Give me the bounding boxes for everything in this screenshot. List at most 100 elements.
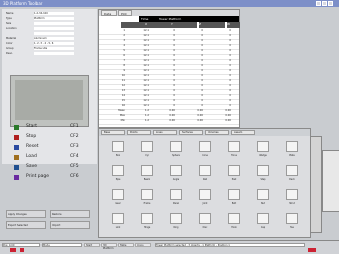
red-indicator-3 <box>308 248 316 252</box>
palette-item[interactable]: Cap <box>250 211 276 233</box>
tab-points[interactable]: Points <box>127 130 151 135</box>
palette-item[interactable]: Plate <box>279 139 305 161</box>
command-row[interactable]: Reset CF3 <box>14 144 89 152</box>
palette-item-label: Panel <box>173 202 179 205</box>
close-button[interactable] <box>328 1 333 6</box>
palette-item[interactable]: Disc <box>192 211 218 233</box>
table-cell: 9 <box>123 69 125 72</box>
palette-item[interactable]: Hook <box>221 211 247 233</box>
command-row[interactable]: Start CF1 <box>14 124 89 132</box>
palette-item[interactable]: Nut <box>250 187 276 209</box>
palette-item[interactable]: Step <box>250 163 276 185</box>
palette-item[interactable]: Ring <box>163 211 189 233</box>
palette-item[interactable]: Link <box>105 211 131 233</box>
command-row[interactable]: Print page CF6 <box>14 174 89 182</box>
tab-lines[interactable]: Lines <box>153 130 177 135</box>
strut-icon <box>286 189 298 200</box>
tab-base[interactable]: Base <box>101 130 125 135</box>
tab-data[interactable]: Data <box>101 10 117 16</box>
taskbar-item[interactable]: Start <box>84 243 100 247</box>
table-cell: 1.2 <box>145 109 149 112</box>
property-value-field[interactable]: 1, 2, 3 - 4 - 5, 6 <box>34 42 74 45</box>
palette-item[interactable]: Panel <box>163 187 189 209</box>
palette-item[interactable]: Strut <box>279 187 305 209</box>
palette-item[interactable]: Beam <box>134 163 160 185</box>
palette-item[interactable]: Hinge <box>134 211 160 233</box>
table-cell: 0 <box>173 94 175 97</box>
palette-item[interactable]: Angle <box>163 163 189 185</box>
palette-item[interactable]: Wedge <box>250 139 276 161</box>
taskbar-item[interactable]: 3D Platform <box>101 243 117 250</box>
preview-pane <box>10 75 89 127</box>
property-value-field[interactable]: Aluminum <box>34 37 74 40</box>
property-row: Group Frame Lite <box>6 47 96 51</box>
property-value-field[interactable] <box>34 27 74 30</box>
palette-item[interactable]: Torus <box>221 139 247 161</box>
property-value-field[interactable] <box>34 52 74 55</box>
command-key: CF5 <box>70 164 79 169</box>
property-row: Color 1, 2, 3 - 4 - 5, 6 <box>6 42 96 46</box>
command-icon <box>14 145 19 150</box>
property-label: Size <box>6 22 12 25</box>
tab-surfaces[interactable]: Surfaces <box>179 130 203 135</box>
action-button[interactable]: Export Selected <box>6 221 46 229</box>
table-cell: 0.00 <box>197 119 203 122</box>
palette-item[interactable]: Joint <box>192 187 218 209</box>
taskbar-item[interactable]: Icons <box>135 243 151 247</box>
beam-icon <box>141 165 153 176</box>
taskbar-item[interactable]: Table <box>118 243 134 247</box>
table-cell: 0 <box>201 104 203 107</box>
table-cell: 0 <box>201 84 203 87</box>
maximize-button[interactable] <box>322 1 327 6</box>
property-value-field[interactable] <box>34 22 74 25</box>
property-row: Location <box>6 27 96 31</box>
tab-assem[interactable]: Assem <box>231 130 255 135</box>
palette-item[interactable]: Box <box>105 139 131 161</box>
palette-item[interactable]: Gear <box>105 187 131 209</box>
table-cell: 0.00 <box>225 109 231 112</box>
table-cell: Min <box>120 119 125 122</box>
table-cell: 0 <box>201 74 203 77</box>
command-row[interactable]: Save CF5 <box>14 164 89 172</box>
palette-item[interactable]: Frame <box>134 187 160 209</box>
property-value-field[interactable] <box>34 32 74 35</box>
side-list[interactable] <box>322 150 339 212</box>
minimize-button[interactable] <box>316 1 321 6</box>
table-cell: 0.00 <box>169 114 175 117</box>
palette-item[interactable]: Pipe <box>105 163 131 185</box>
palette-scrollbar[interactable] <box>310 136 322 233</box>
command-label: Reset <box>26 144 39 149</box>
command-key: CF2 <box>70 134 79 139</box>
plate-icon <box>286 141 298 152</box>
command-icon <box>14 125 19 130</box>
table-row[interactable]: Min 1.2 0.00 0.00 0.00 <box>99 119 239 125</box>
table-cell: 4 <box>123 44 125 47</box>
action-button[interactable]: Import <box>50 221 90 229</box>
command-row[interactable]: Load CF4 <box>14 154 89 162</box>
tab-plot[interactable]: Plot <box>118 10 132 16</box>
palette-item[interactable]: Deck <box>279 163 305 185</box>
property-value-field[interactable]: Platform <box>34 17 74 20</box>
palette-item[interactable]: Cone <box>192 139 218 161</box>
command-icon <box>14 175 19 180</box>
palette-item[interactable]: Sphere <box>163 139 189 161</box>
tab-volumes[interactable]: Volumes <box>205 130 229 135</box>
table-cell: 12.1 <box>143 69 149 72</box>
table-cell: 10 <box>121 74 125 77</box>
palette-item[interactable]: Post <box>221 163 247 185</box>
palette-item[interactable]: Bolt <box>221 187 247 209</box>
palette-item[interactable]: Rail <box>192 163 218 185</box>
property-value-field[interactable]: 1-2-34-100 <box>34 12 74 15</box>
action-button[interactable]: Restore <box>50 210 90 218</box>
palette-item-label: Cyl <box>145 154 149 157</box>
command-label: Print page <box>26 174 50 179</box>
palette-item-label: Cone <box>202 154 208 157</box>
palette-item[interactable]: Cyl <box>134 139 160 161</box>
red-indicator <box>10 248 16 252</box>
property-value-field[interactable]: Frame Lite <box>34 47 74 50</box>
table-cell: 12.1 <box>143 84 149 87</box>
command-icon <box>14 135 19 140</box>
action-button[interactable]: Apply Changes <box>6 210 46 218</box>
palette-item[interactable]: Tee <box>279 211 305 233</box>
command-row[interactable]: Stop CF2 <box>14 134 89 142</box>
